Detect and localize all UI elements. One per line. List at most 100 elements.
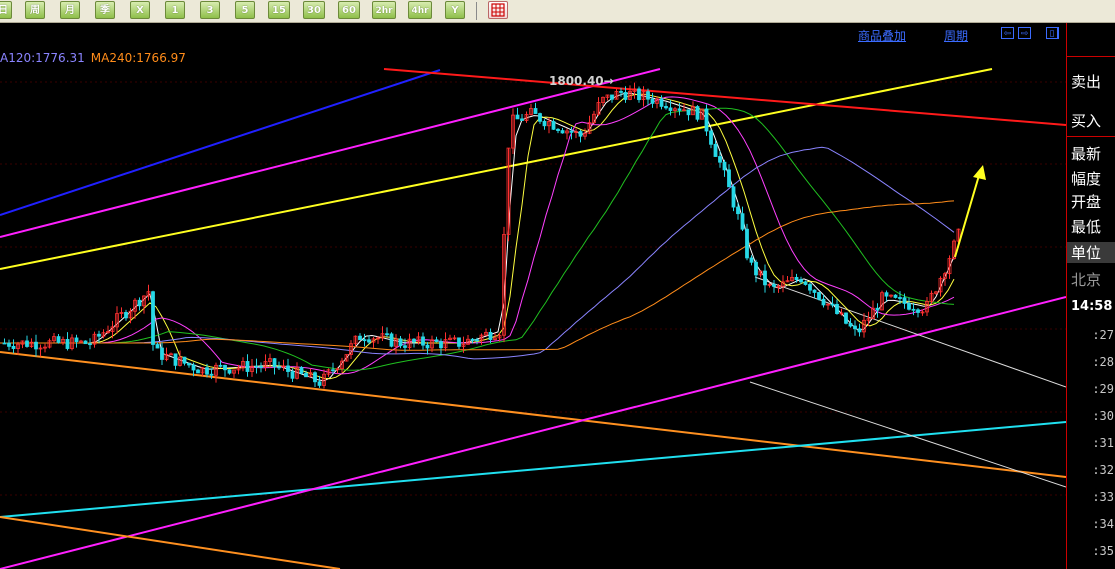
candle-body: [538, 113, 542, 122]
candle-body: [470, 338, 475, 341]
sidebar-divider: [1067, 136, 1115, 137]
time-tick: :31: [1092, 436, 1114, 450]
layout-icon[interactable]: ▯: [1046, 27, 1059, 39]
candle-body: [457, 337, 461, 347]
candle-body: [551, 121, 556, 130]
time-tick: :35: [1092, 544, 1114, 558]
period-button-week[interactable]: 周: [25, 1, 45, 19]
scroll-left-icon[interactable]: ⇦: [1001, 27, 1014, 39]
candle-body: [317, 381, 322, 386]
grid-icon[interactable]: [488, 1, 508, 19]
candle-body: [196, 369, 200, 374]
candle-body: [137, 299, 142, 307]
sidebar-label-buy: 买入: [1071, 112, 1102, 130]
period-button-2hr[interactable]: 2hr: [372, 1, 396, 19]
candle-body: [97, 333, 101, 337]
period-button-3[interactable]: 3: [200, 1, 220, 19]
candle-body: [227, 369, 232, 374]
candle-body: [290, 371, 295, 379]
candle-body: [533, 108, 538, 114]
candle-body: [304, 372, 308, 378]
candle-body: [835, 303, 839, 314]
candle-body: [556, 128, 560, 131]
time-tick: :28: [1092, 355, 1114, 369]
period-button-x[interactable]: X: [130, 1, 150, 19]
candle-body: [83, 340, 88, 345]
candle-body: [259, 366, 263, 368]
sidebar-time: 14:58: [1071, 299, 1113, 314]
candle-body: [439, 341, 443, 349]
candle-body: [907, 303, 911, 310]
period-button-5[interactable]: 5: [235, 1, 255, 19]
candle-body: [740, 213, 745, 230]
candle-body: [884, 292, 889, 297]
candle-body: [713, 143, 718, 157]
ma-legend: A120:1776.31 MA240:1766.97: [0, 51, 186, 65]
candle-body: [686, 109, 691, 116]
candle-body: [911, 308, 916, 311]
chart-background: [0, 47, 1066, 569]
candle-body: [902, 297, 907, 304]
quote-sidebar: 卖出 买入 最新 幅度 开盘 最低 单位 北京 14:58 :27 :28 :2…: [1066, 23, 1115, 569]
sidebar-label-range: 幅度: [1071, 170, 1102, 188]
candle-body: [218, 364, 223, 367]
candle-body: [772, 283, 776, 287]
period-button-day[interactable]: 日: [0, 1, 12, 19]
time-tick: :30: [1092, 409, 1114, 423]
ma120-value: A120:1776.31: [0, 51, 85, 65]
candle-body: [358, 335, 362, 341]
candle-body: [650, 98, 655, 104]
time-tick: :32: [1092, 463, 1114, 477]
period-button-quarter[interactable]: 季: [95, 1, 115, 19]
sidebar-label-open: 开盘: [1071, 193, 1102, 211]
candle-body: [542, 120, 547, 127]
candle-body: [173, 353, 178, 366]
scroll-right-icon[interactable]: ⇨: [1018, 27, 1031, 39]
candle-body: [898, 297, 902, 299]
candle-body: [191, 364, 196, 371]
candle-body: [722, 161, 727, 171]
candle-body: [853, 325, 857, 330]
candle-body: [412, 338, 416, 343]
candle-body: [2, 342, 7, 345]
toolbar-separator: [476, 2, 477, 20]
sidebar-label-unit[interactable]: 单位: [1067, 242, 1115, 263]
period-link[interactable]: 周期: [944, 27, 968, 44]
candle-body: [367, 339, 371, 343]
period-button-month[interactable]: 月: [60, 1, 80, 19]
candle-body: [182, 356, 187, 364]
candle-body: [736, 206, 740, 215]
candle-body: [560, 130, 565, 134]
candle-body: [88, 343, 92, 346]
candle-body: [385, 333, 389, 336]
candlestick-chart[interactable]: 1800.40→: [0, 47, 1066, 569]
candle-body: [245, 361, 250, 372]
candle-body: [812, 289, 817, 293]
candle-body: [160, 347, 164, 360]
candle-body: [794, 276, 799, 281]
candle-body: [803, 281, 808, 285]
candle-body: [695, 106, 700, 120]
period-button-30[interactable]: 30: [303, 1, 325, 19]
sidebar-label-sell: 卖出: [1071, 73, 1102, 91]
candle-body: [619, 91, 623, 93]
candle-body: [124, 312, 128, 319]
candle-body: [799, 279, 803, 283]
candle-body: [299, 367, 304, 374]
overlay-link[interactable]: 商品叠加: [858, 27, 906, 44]
candle-body: [664, 105, 668, 109]
period-button-60[interactable]: 60: [338, 1, 360, 19]
chart-header-bar: 商品叠加 周期 ⇦ ⇨ ▯: [0, 23, 1066, 47]
period-button-year[interactable]: Y: [445, 1, 465, 19]
period-button-15[interactable]: 15: [268, 1, 290, 19]
candle-body: [646, 91, 650, 100]
candle-body: [425, 344, 430, 349]
time-tick: :34: [1092, 517, 1114, 531]
candle-body: [286, 365, 290, 372]
period-toolbar: 日 周 月 季 X 1 3 5 15 30 60 2hr 4hr Y: [0, 0, 1115, 23]
period-button-1[interactable]: 1: [165, 1, 185, 19]
period-button-4hr[interactable]: 4hr: [408, 1, 432, 19]
candle-body: [7, 342, 11, 347]
candle-body: [403, 345, 407, 348]
candle-body: [808, 284, 812, 291]
